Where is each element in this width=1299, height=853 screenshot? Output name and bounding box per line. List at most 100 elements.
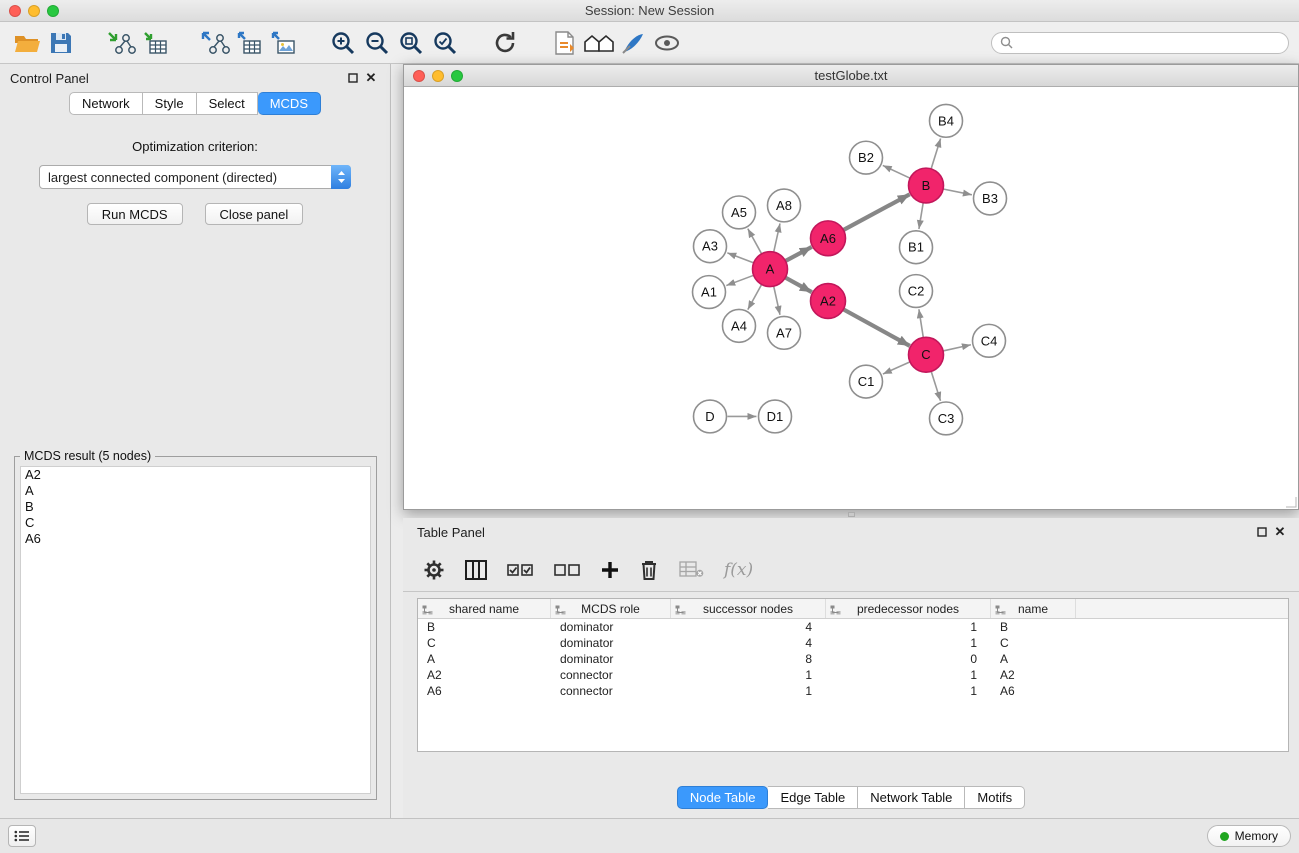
graph-edge-A-A7[interactable]: [774, 286, 780, 315]
graph-node-A5[interactable]: A5: [723, 196, 756, 229]
graph-edge-A-A1[interactable]: [726, 275, 753, 285]
graph-node-A1[interactable]: A1: [693, 276, 726, 309]
graph-node-B[interactable]: B: [909, 168, 944, 203]
graph-node-A6[interactable]: A6: [811, 221, 846, 256]
annotation-button[interactable]: [616, 25, 650, 61]
optimization-criterion-select[interactable]: largest connected component (directed): [39, 165, 351, 189]
splitter-handle[interactable]: [848, 512, 855, 517]
graph-edge-A-A4[interactable]: [748, 284, 762, 309]
deselect-all-columns-button[interactable]: [554, 552, 581, 588]
delete-column-button[interactable]: [639, 552, 659, 588]
table-row[interactable]: Bdominator41B: [418, 619, 1288, 635]
graph-edge-C-C3[interactable]: [931, 371, 940, 400]
close-panel-button[interactable]: ✕: [362, 69, 380, 87]
graph-edge-A-A3[interactable]: [727, 253, 753, 263]
column-header-successor-nodes[interactable]: successor nodes: [671, 599, 826, 618]
graph-node-B4[interactable]: B4: [930, 104, 963, 137]
graph-node-A4[interactable]: A4: [723, 309, 756, 342]
column-header-predecessor-nodes[interactable]: predecessor nodes: [826, 599, 991, 618]
close-window-button[interactable]: [9, 5, 21, 17]
mcds-result-item[interactable]: A2: [21, 467, 370, 483]
table-row[interactable]: A6connector11A6: [418, 683, 1288, 699]
show-hide-button[interactable]: [650, 25, 684, 61]
tab-style[interactable]: Style: [143, 92, 197, 115]
dropdown-stepper[interactable]: [331, 165, 351, 189]
select-all-columns-button[interactable]: [507, 552, 534, 588]
table-tab-motifs[interactable]: Motifs: [965, 786, 1025, 809]
zoom-selected-button[interactable]: [428, 25, 462, 61]
network-zoom-button[interactable]: [451, 70, 463, 82]
task-history-button[interactable]: [8, 825, 36, 847]
network-close-button[interactable]: [413, 70, 425, 82]
graph-node-A3[interactable]: A3: [694, 230, 727, 263]
minimize-window-button[interactable]: [28, 5, 40, 17]
table-settings-button[interactable]: [423, 552, 445, 588]
table-tab-network-table[interactable]: Network Table: [858, 786, 965, 809]
tab-mcds[interactable]: MCDS: [258, 92, 321, 115]
export-network-button[interactable]: [198, 25, 232, 61]
search-box[interactable]: [991, 32, 1289, 54]
graph-node-C2[interactable]: C2: [900, 275, 933, 308]
graph-edge-C-C1[interactable]: [883, 362, 910, 374]
create-column-button[interactable]: [601, 552, 619, 588]
graph-edge-B-B1[interactable]: [919, 203, 923, 229]
resize-grip-icon[interactable]: [1285, 496, 1297, 508]
zoom-in-button[interactable]: [326, 25, 360, 61]
table-row[interactable]: A2connector11A2: [418, 667, 1288, 683]
export-table-button[interactable]: [232, 25, 266, 61]
float-panel-button[interactable]: [344, 69, 362, 87]
table-float-panel-button[interactable]: [1253, 523, 1271, 541]
graph-edge-B-B4[interactable]: [931, 138, 941, 168]
search-input[interactable]: [1013, 36, 1280, 50]
network-window-titlebar[interactable]: testGlobe.txt: [404, 65, 1298, 87]
graph-node-C3[interactable]: C3: [930, 402, 963, 435]
tab-select[interactable]: Select: [197, 92, 258, 115]
zoom-fit-button[interactable]: [394, 25, 428, 61]
memory-button[interactable]: Memory: [1207, 825, 1291, 847]
graph-edge-A-A8[interactable]: [774, 223, 780, 252]
graph-node-B2[interactable]: B2: [850, 141, 883, 174]
graph-node-C4[interactable]: C4: [973, 324, 1006, 357]
graph-node-D[interactable]: D: [694, 400, 727, 433]
graph-edge-A-A5[interactable]: [748, 229, 762, 254]
tab-network[interactable]: Network: [69, 92, 143, 115]
import-table-button[interactable]: [138, 25, 172, 61]
graph-edge-A-A2[interactable]: [785, 278, 812, 293]
open-session-button[interactable]: [10, 25, 44, 61]
network-canvas[interactable]: AA1A2A3A4A5A6A7A8BB1B2B3B4CC1C2C3C4DD1: [404, 88, 1298, 509]
mcds-result-item[interactable]: A: [21, 483, 370, 499]
graph-node-A2[interactable]: A2: [811, 284, 846, 319]
import-network-button[interactable]: [104, 25, 138, 61]
graph-edge-C-C4[interactable]: [943, 345, 971, 351]
table-close-panel-button[interactable]: ✕: [1271, 523, 1289, 541]
mcds-result-item[interactable]: C: [21, 515, 370, 531]
function-builder-button[interactable]: f(x): [724, 552, 753, 588]
zoom-out-button[interactable]: [360, 25, 394, 61]
graph-node-B3[interactable]: B3: [974, 182, 1007, 215]
column-header-name[interactable]: name: [991, 599, 1076, 618]
close-panel-action-button[interactable]: Close panel: [205, 203, 304, 225]
graph-edge-A-A6[interactable]: [785, 247, 811, 261]
graph-node-C[interactable]: C: [909, 337, 944, 372]
first-neighbors-button[interactable]: [582, 25, 616, 61]
zoom-window-button[interactable]: [47, 5, 59, 17]
graph-node-D1[interactable]: D1: [759, 400, 792, 433]
graph-edge-B-B2[interactable]: [883, 165, 910, 178]
mcds-result-item[interactable]: A6: [21, 531, 370, 547]
table-row[interactable]: Adominator80A: [418, 651, 1288, 667]
table-tab-node-table[interactable]: Node Table: [677, 786, 769, 809]
graph-edge-A6-B[interactable]: [843, 194, 909, 230]
run-mcds-button[interactable]: Run MCDS: [87, 203, 183, 225]
delete-table-button[interactable]: [679, 552, 704, 588]
graph-edge-A2-C[interactable]: [843, 309, 910, 346]
network-minimize-button[interactable]: [432, 70, 444, 82]
graph-node-B1[interactable]: B1: [900, 231, 933, 264]
export-image-button[interactable]: [266, 25, 300, 61]
table-tab-edge-table[interactable]: Edge Table: [768, 786, 858, 809]
column-header-MCDS-role[interactable]: MCDS role: [551, 599, 671, 618]
graph-edge-B-B3[interactable]: [943, 189, 972, 195]
graph-edge-C-C2[interactable]: [919, 309, 923, 337]
apply-layout-button[interactable]: [488, 25, 522, 61]
table-row[interactable]: Cdominator41C: [418, 635, 1288, 651]
mcds-result-item[interactable]: B: [21, 499, 370, 515]
